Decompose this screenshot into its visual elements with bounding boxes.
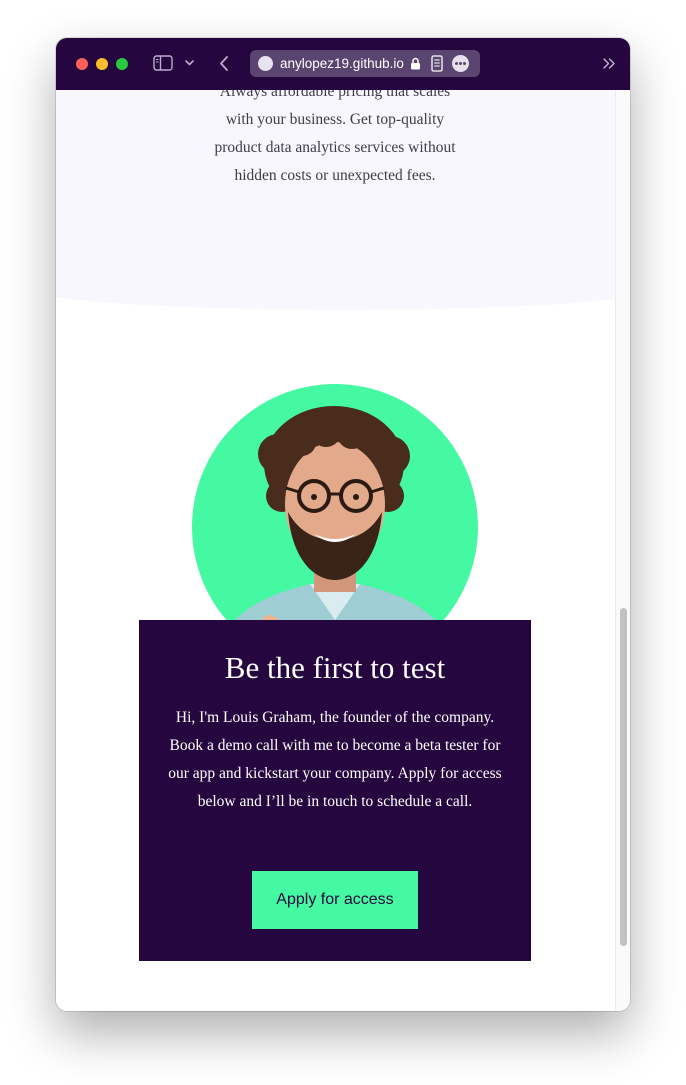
scrollbar-thumb[interactable]: [620, 608, 627, 946]
browser-window: anylopez19.github.io Always affordable p…: [56, 38, 630, 1011]
close-window-button[interactable]: [76, 58, 88, 70]
browser-toolbar: anylopez19.github.io: [56, 38, 630, 90]
page-viewport: Always affordable pricing that scales wi…: [56, 90, 630, 1011]
minimize-window-button[interactable]: [96, 58, 108, 70]
reader-mode-icon[interactable]: [431, 55, 443, 72]
chevron-down-icon[interactable]: [184, 59, 195, 67]
more-options-icon[interactable]: [452, 55, 469, 72]
lock-icon: [411, 57, 420, 70]
cta-heading: Be the first to test: [224, 650, 446, 685]
apply-for-access-button[interactable]: Apply for access: [252, 871, 418, 929]
address-bar[interactable]: anylopez19.github.io: [250, 50, 480, 77]
cta-description: Hi, I'm Louis Graham, the founder of the…: [168, 709, 502, 810]
zoom-window-button[interactable]: [116, 58, 128, 70]
url-text[interactable]: anylopez19.github.io: [280, 55, 408, 72]
pricing-description: Always affordable pricing that scales wi…: [214, 90, 456, 184]
sidebar-toggle-icon[interactable]: [153, 55, 173, 71]
vertical-scrollbar[interactable]: [615, 90, 630, 1011]
back-arrow-icon[interactable]: [218, 55, 230, 72]
double-chevron-right-icon[interactable]: [602, 57, 616, 70]
beta-signup-card: Be the first to test Hi, I'm Louis Graha…: [139, 620, 531, 961]
site-favicon-icon: [258, 56, 273, 71]
